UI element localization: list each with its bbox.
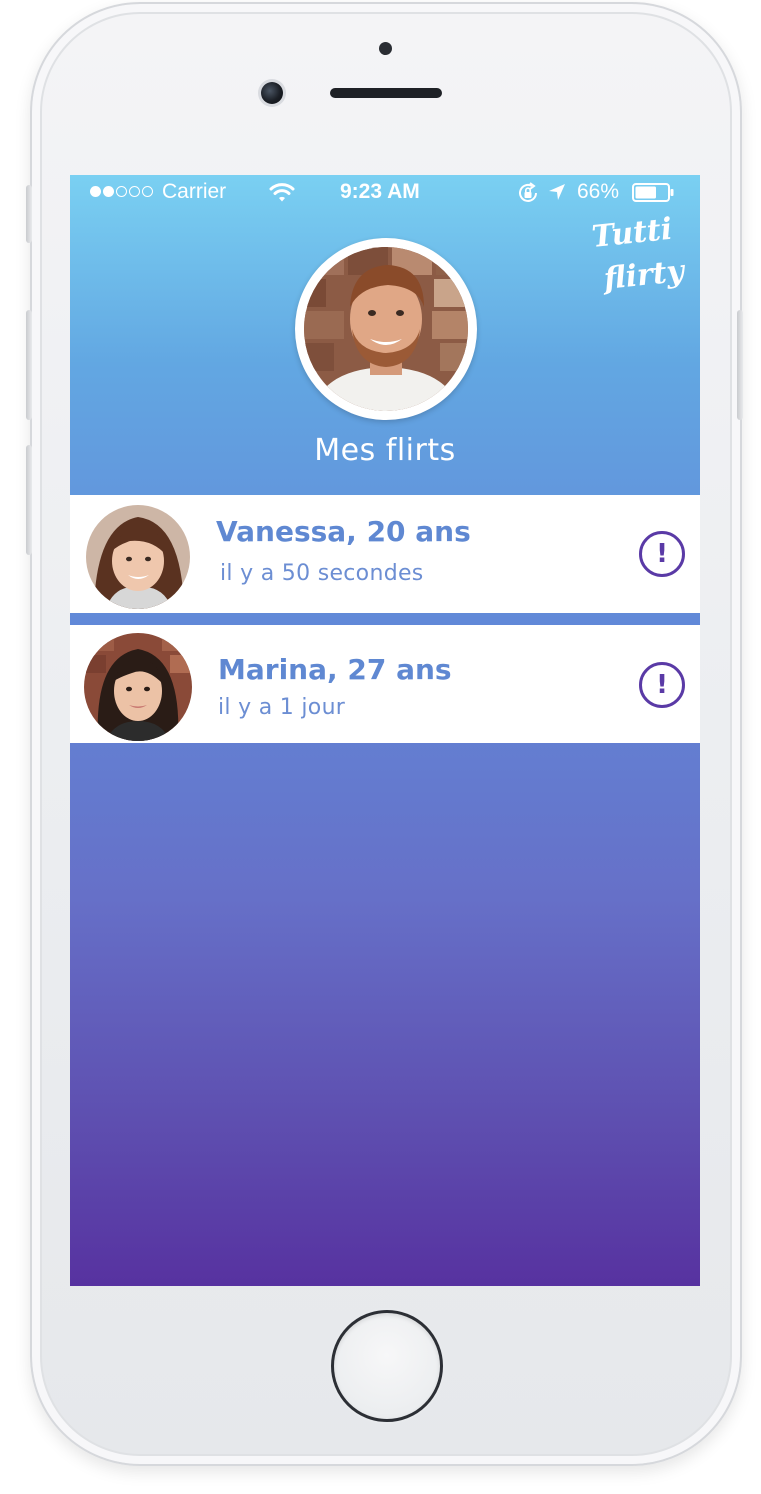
flirt-time: il y a 50 secondes <box>220 561 424 586</box>
flirt-row[interactable]: Marina, 27 ans il y a 1 jour ! <box>70 625 700 743</box>
exclamation-icon[interactable]: ! <box>639 531 685 577</box>
page-title: Mes flirts <box>314 433 456 468</box>
flirt-avatar[interactable] <box>86 505 190 609</box>
front-camera <box>261 82 283 104</box>
location-arrow-icon <box>547 182 567 208</box>
exclamation-icon[interactable]: ! <box>639 662 685 708</box>
profile-avatar[interactable] <box>295 238 477 420</box>
logo-line-1: Tutti <box>590 213 674 255</box>
power-button <box>737 310 743 420</box>
home-button[interactable] <box>331 1310 443 1422</box>
logo-line-2: flirty <box>600 253 688 297</box>
volume-down-button <box>26 445 32 555</box>
flirt-name: Marina, 27 ans <box>218 653 452 686</box>
wifi-icon <box>269 181 295 209</box>
tutti-flirty-logo: Tutti flirty <box>585 212 695 299</box>
flirt-time: il y a 1 jour <box>218 695 346 720</box>
flirt-avatar[interactable] <box>84 633 192 741</box>
battery-icon <box>632 183 674 202</box>
status-bar: Carrier 9:23 AM 66% <box>70 175 700 211</box>
volume-up-button <box>26 310 32 420</box>
clock: 9:23 AM <box>340 180 420 203</box>
proximity-sensor <box>379 42 392 55</box>
mute-switch <box>26 185 32 243</box>
battery-percentage: 66% <box>577 180 620 203</box>
carrier-label: Carrier <box>162 180 227 203</box>
app-screen: Carrier 9:23 AM 66% Tutti flirty Mes fli… <box>70 175 700 1286</box>
flirt-name: Vanessa, 20 ans <box>216 515 471 548</box>
signal-strength-icon <box>90 186 153 200</box>
flirt-list: Vanessa, 20 ans il y a 50 secondes ! Mar… <box>70 495 700 743</box>
earpiece-speaker <box>330 88 442 98</box>
rotation-lock-icon <box>516 181 540 211</box>
flirt-row[interactable]: Vanessa, 20 ans il y a 50 secondes ! <box>70 495 700 613</box>
